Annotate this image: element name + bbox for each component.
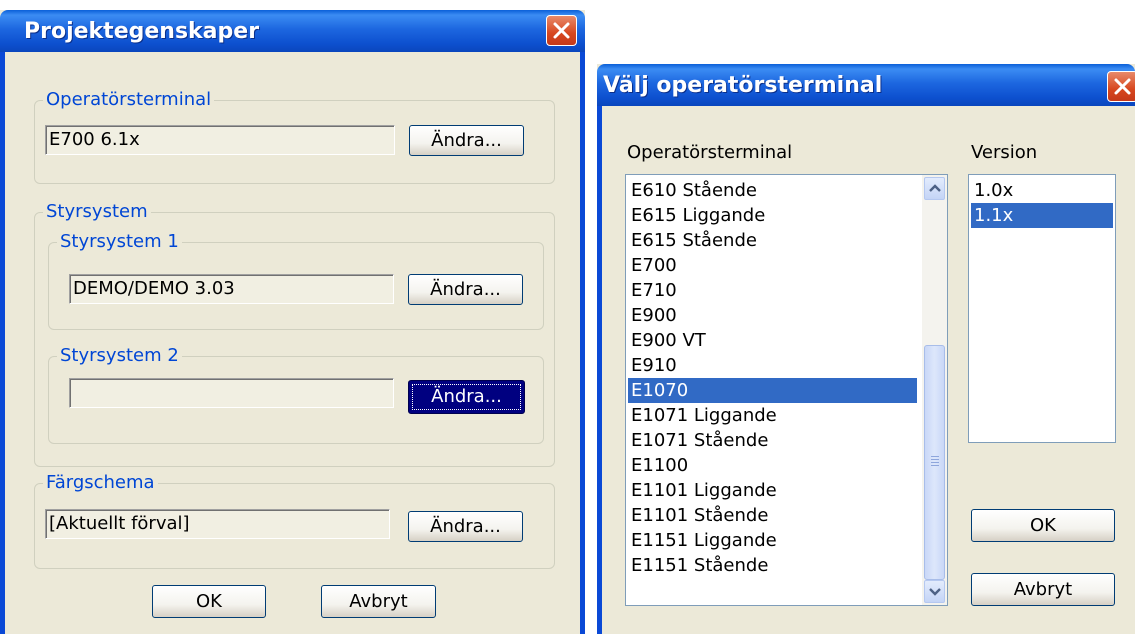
title-bar[interactable]: Välj operatörsterminal [597,64,1135,106]
version-list-item[interactable]: 1.0x [971,178,1113,203]
control-system-legend: Styrsystem [43,201,151,223]
terminal-list-item[interactable]: E615 Liggande [628,203,917,228]
version-list-item[interactable]: 1.1x [971,203,1113,228]
button-label: Ändra... [430,516,501,537]
button-label: OK [196,591,222,612]
cancel-button[interactable]: Avbryt [321,585,436,618]
button-label: Ändra... [430,279,501,300]
change-control-system-1-button[interactable]: Ändra... [408,274,523,305]
scroll-down-icon [929,588,941,596]
window-frame-left [0,52,5,634]
button-label: Ändra... [431,386,502,407]
terminal-list-item[interactable]: E900 VT [628,328,917,353]
operator-terminal-field: E700 6.1x [45,125,395,155]
change-operator-terminal-button[interactable]: Ändra... [409,125,524,156]
operator-terminal-legend: Operatörsterminal [43,89,215,111]
control-system-1-field: DEMO/DEMO 3.03 [69,274,394,304]
terminal-list-item[interactable]: E1101 Stående [628,503,917,528]
control-system-2-field [69,378,394,408]
cancel-button[interactable]: Avbryt [971,573,1115,606]
title-bar[interactable]: Projektegenskaper [0,10,585,52]
terminal-list-item[interactable]: E1100 [628,453,917,478]
close-button[interactable] [1107,71,1135,102]
terminal-list-header: Operatörsterminal [627,142,793,163]
terminal-list-item[interactable]: E615 Stående [628,228,917,253]
terminal-list-item[interactable]: E1151 Stående [628,553,917,578]
button-label: Avbryt [1013,579,1073,600]
close-icon [1114,78,1131,95]
window-frame-left [597,106,602,634]
terminal-list[interactable]: E610 Stående E615 Liggande E615 Stående E70… [625,174,948,606]
terminal-list-item[interactable]: E1101 Liggande [628,478,917,503]
terminal-list-item[interactable]: E1151 Liggande [628,528,917,553]
control-system-1-legend: Styrsystem 1 [57,231,182,253]
select-terminal-dialog: Välj operatörsterminal Operatörsterminal… [597,64,1135,634]
color-scheme-field: [Aktuellt förval] [45,509,390,539]
terminal-list-item[interactable]: E900 [628,303,917,328]
scroll-thumb[interactable] [924,345,945,580]
terminal-list-item[interactable]: E610 Stående [628,178,917,203]
terminal-list-item[interactable]: E1070 [628,378,917,403]
terminal-list-item[interactable]: E910 [628,353,917,378]
button-label: Ändra... [431,130,502,151]
terminal-list-item[interactable]: E1071 Stående [628,428,917,453]
ok-button[interactable]: OK [152,585,266,618]
terminal-list-scrollbar[interactable] [922,175,947,605]
terminal-list-item[interactable]: E1071 Liggande [628,403,917,428]
close-button[interactable] [546,15,577,46]
dialog-title: Projektegenskaper [24,19,260,44]
terminal-list-item[interactable]: E700 [628,253,917,278]
terminal-list-item[interactable]: E710 [628,278,917,303]
close-icon [553,22,570,39]
button-label: Avbryt [349,591,408,612]
ok-button[interactable]: OK [971,509,1115,542]
change-control-system-2-button[interactable]: Ändra... [408,380,525,414]
version-list-header: Version [971,142,1038,163]
control-system-2-legend: Styrsystem 2 [57,345,182,367]
project-properties-dialog: Projektegenskaper Operatörsterminal E700… [0,10,585,634]
scroll-up-icon [929,184,941,192]
color-scheme-legend: Färgschema [43,472,158,494]
change-color-scheme-button[interactable]: Ändra... [408,511,523,542]
dialog-title: Välj operatörsterminal [603,73,883,98]
version-list[interactable]: 1.0x 1.1x [968,174,1116,443]
button-label: OK [1030,515,1056,536]
scroll-down-button[interactable] [924,580,945,603]
window-frame-right [580,52,585,634]
scroll-up-button[interactable] [924,177,945,200]
